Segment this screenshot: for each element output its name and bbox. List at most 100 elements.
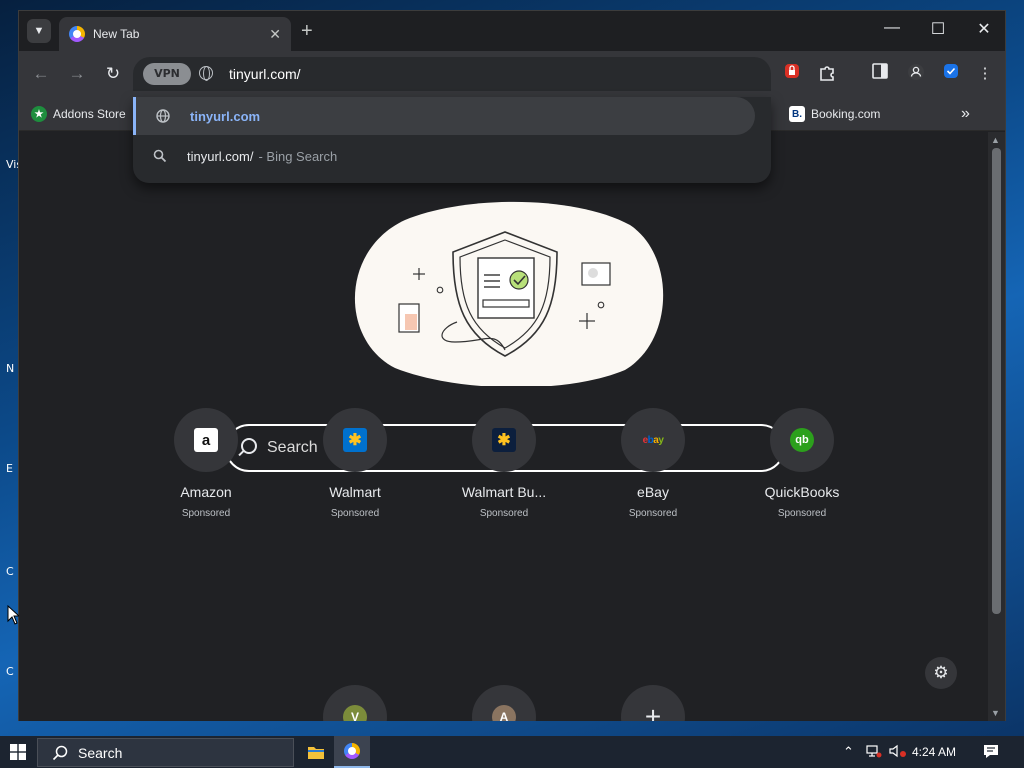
tile-name: Walmart Bu... [461, 484, 547, 500]
reload-button[interactable]: ↻ [101, 62, 125, 86]
scroll-up-arrow-icon[interactable]: ▲ [991, 135, 1000, 145]
desktop-icon-label[interactable]: C [6, 565, 14, 578]
addons-store-icon: ★ [31, 106, 47, 122]
desktop-icon-label[interactable]: C [6, 665, 14, 678]
shortcut-tile-walmart-business[interactable]: ✱ Walmart Bu... Sponsored [444, 408, 564, 519]
tile-name: Walmart [329, 484, 381, 500]
plus-icon: + [644, 701, 662, 722]
shortcut-tile-ebay[interactable]: ebay eBay Sponsored [593, 408, 713, 519]
vpn-toggle[interactable]: VPN [143, 63, 191, 85]
walmart-icon: ✱ [343, 428, 367, 452]
sponsored-label: Sponsored [330, 508, 380, 519]
suggestion-url: tinyurl.com [190, 108, 261, 124]
customize-settings-gear-icon[interactable]: ⚙ [925, 657, 957, 689]
new-tab-button[interactable]: + [301, 20, 313, 42]
bookmark-booking[interactable]: B. Booking.com [789, 103, 880, 125]
mouse-cursor-icon [7, 605, 19, 625]
volume-muted-icon[interactable] [889, 744, 907, 761]
tile-icon-circle: ✱ [472, 408, 536, 472]
profile-avatar-icon[interactable] [905, 63, 927, 85]
lock-extension-icon[interactable] [781, 63, 803, 85]
tile-icon-circle: + [621, 685, 685, 721]
menu-kebab-icon[interactable]: ⋮ [974, 63, 996, 85]
shortcut-tile-amazon[interactable]: a Amazon Sponsored [146, 408, 266, 519]
address-bar[interactable]: VPN [133, 57, 771, 91]
network-icon[interactable] [866, 744, 882, 761]
more-bookmarks-chevron-icon[interactable]: » [961, 103, 970, 125]
new-tab-page: a Amazon Sponsored ✱ Walmart Sponsored ✱… [19, 132, 989, 721]
sponsored-label: Sponsored [181, 508, 231, 519]
tile-name: Amazon [180, 484, 232, 500]
suggestion-query: tinyurl.com/ [187, 148, 254, 164]
site-info-globe-icon[interactable] [199, 66, 213, 81]
close-tab-icon[interactable]: ✕ [269, 26, 281, 43]
ebay-icon: ebay [642, 434, 664, 446]
tile-icon-circle: qb [770, 408, 834, 472]
tile-name: QuickBooks [764, 484, 840, 500]
suggestion-item[interactable]: tinyurl.com [133, 97, 755, 135]
forward-button[interactable]: → [65, 62, 89, 86]
folder-icon [308, 747, 324, 759]
notifications-icon[interactable] [983, 744, 999, 762]
tile-icon-circle: ✱ [323, 408, 387, 472]
tile-letter-avatar: V [343, 705, 367, 721]
bookmark-addons-store[interactable]: ★ Addons Store [31, 103, 126, 125]
tile-icon-circle: V [323, 685, 387, 721]
shortcut-tile-walmart[interactable]: ✱ Walmart Sponsored [295, 408, 415, 519]
browser-window: ▼ New Tab ✕ + — ☐ ✕ ← → ↻ VPN tinyurl.co… [18, 10, 1006, 721]
bookmark-label: Booking.com [811, 107, 881, 121]
tab-search-button[interactable]: ▼ [27, 19, 51, 43]
sponsored-label: Sponsored [777, 508, 827, 519]
browser-app-icon [344, 743, 360, 759]
search-icon [153, 149, 167, 163]
tab-new-tab[interactable]: New Tab ✕ [59, 17, 291, 51]
back-button[interactable]: ← [29, 62, 53, 86]
desktop-icon-label[interactable]: E [6, 462, 13, 475]
search-icon [52, 745, 68, 760]
close-window-button[interactable]: ✕ [969, 19, 999, 39]
maximize-button[interactable]: ☐ [923, 19, 953, 39]
taskbar-clock[interactable]: 4:24 AM [912, 745, 956, 759]
omnibox-suggestions: tinyurl.com tinyurl.com/ - Bing Search [133, 97, 771, 183]
side-panel-icon[interactable] [869, 63, 891, 85]
add-shortcut-tile[interactable]: + [593, 685, 713, 721]
tab-strip: ▼ New Tab ✕ + — ☐ ✕ [19, 11, 1005, 51]
extensions-puzzle-icon[interactable] [816, 63, 838, 85]
start-button[interactable] [0, 736, 36, 768]
page-scrollbar[interactable]: ▲ ▼ [988, 132, 1005, 721]
windows-logo-icon [10, 744, 26, 760]
sponsored-label: Sponsored [479, 508, 529, 519]
scroll-down-arrow-icon[interactable]: ▼ [991, 708, 1000, 718]
scroll-thumb[interactable] [992, 148, 1001, 614]
browser-taskbar-button[interactable] [334, 736, 370, 768]
tile-icon-circle: A [472, 685, 536, 721]
browser-toolbar: ← → ↻ VPN ⋮ [19, 51, 1005, 97]
tile-letter-avatar: A [492, 705, 516, 721]
chevron-down-icon: ▼ [33, 25, 45, 37]
tab-title: New Tab [93, 27, 140, 41]
taskbar: ⌃ 4:24 AM [0, 736, 1024, 768]
privacy-shield-illustration [354, 201, 664, 386]
desktop-icon-label[interactable]: N [6, 362, 14, 375]
shortcut-tile[interactable]: A [444, 685, 564, 721]
tile-icon-circle: a [174, 408, 238, 472]
sponsored-label: Sponsored [628, 508, 678, 519]
security-shield-icon[interactable] [940, 63, 962, 85]
file-explorer-button[interactable] [298, 736, 334, 768]
show-hidden-icons-chevron-icon[interactable]: ⌃ [843, 744, 854, 760]
taskbar-search-box[interactable] [37, 738, 294, 767]
suggestion-item[interactable]: tinyurl.com/ - Bing Search [133, 137, 755, 175]
address-input[interactable] [229, 63, 749, 85]
suggestion-engine: - Bing Search [258, 148, 338, 164]
tile-name: eBay [637, 484, 669, 500]
tile-icon-circle: ebay [621, 408, 685, 472]
taskbar-search-input[interactable] [78, 744, 278, 761]
browser-favicon-icon [69, 26, 85, 42]
booking-icon: B. [789, 106, 805, 122]
minimize-button[interactable]: — [877, 19, 907, 37]
bookmark-label: Addons Store [53, 107, 126, 121]
walmart-business-icon: ✱ [492, 428, 516, 452]
shortcut-tile-quickbooks[interactable]: qb QuickBooks Sponsored [742, 408, 862, 519]
quickbooks-icon: qb [790, 428, 814, 452]
shortcut-tile[interactable]: V [295, 685, 415, 721]
